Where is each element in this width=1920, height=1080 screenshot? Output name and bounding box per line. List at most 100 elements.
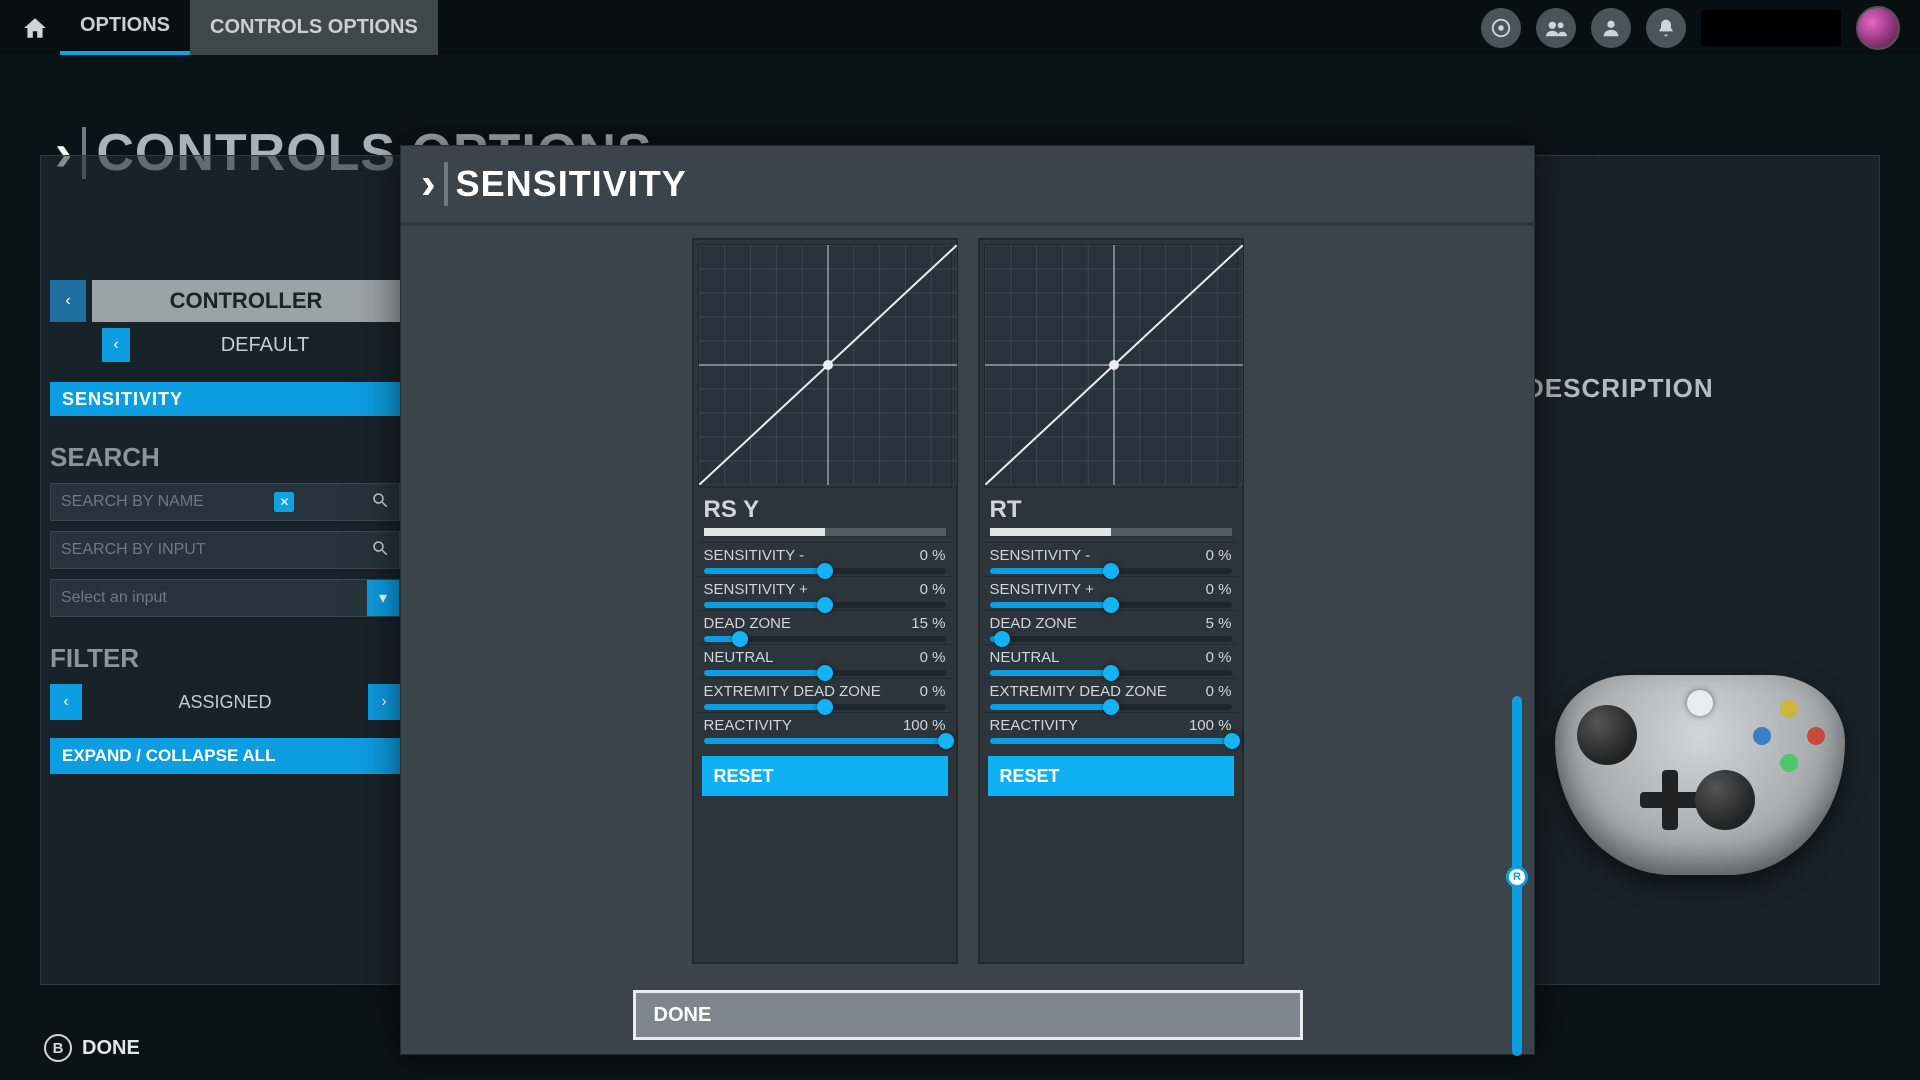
overall-progress (990, 528, 1232, 536)
slider-track[interactable] (990, 704, 1232, 710)
slider-row: NEUTRAL 0 % (698, 644, 952, 678)
scrollbar[interactable]: R (1512, 696, 1522, 1056)
search-icon[interactable] (371, 539, 389, 562)
slider-thumb[interactable] (817, 699, 833, 715)
sensitivity-card: RS Y SENSITIVITY - 0 % SENSITIVITY + 0 % (692, 238, 958, 964)
slider-row: REACTIVITY 100 % (698, 712, 952, 746)
card-label: RT (984, 488, 1238, 528)
slider-value: 100 % (903, 717, 946, 734)
profile-icon[interactable] (1591, 8, 1631, 48)
filter-next-button[interactable]: › (368, 684, 400, 720)
slider-value: 100 % (1189, 717, 1232, 734)
slider-label: NEUTRAL (704, 649, 774, 666)
b-button-icon: B (44, 1034, 72, 1062)
reset-button[interactable]: RESET (988, 756, 1234, 796)
reset-button[interactable]: RESET (702, 756, 948, 796)
done-label: DONE (654, 1004, 712, 1027)
controller-label: CONTROLLER (92, 280, 400, 322)
slider-track[interactable] (990, 636, 1232, 642)
top-bar: OPTIONS CONTROLS OPTIONS (0, 0, 1920, 55)
preset-selector: ‹ DEFAULT (50, 328, 400, 362)
sidebar-item-sensitivity[interactable]: SENSITIVITY (50, 382, 400, 416)
slider-thumb[interactable] (1103, 563, 1119, 579)
slider-label: EXTREMITY DEAD ZONE (990, 683, 1167, 700)
search-icon[interactable] (371, 491, 389, 514)
slider-row: EXTREMITY DEAD ZONE 0 % (698, 678, 952, 712)
footer-hint-label: DONE (82, 1037, 140, 1060)
slider-label: REACTIVITY (704, 717, 792, 734)
search-by-input-input[interactable]: SEARCH BY INPUT (50, 531, 400, 569)
slider-row: SENSITIVITY + 0 % (984, 576, 1238, 610)
controller-prev-button[interactable]: ‹ (50, 280, 86, 322)
slider-value: 0 % (1206, 581, 1232, 598)
slider-value: 0 % (1206, 683, 1232, 700)
slider-track[interactable] (704, 636, 946, 642)
search-heading: SEARCH (50, 442, 400, 473)
title-separator (444, 162, 448, 206)
clear-search-icon[interactable]: ✕ (274, 492, 294, 512)
friends-icon[interactable] (1536, 8, 1576, 48)
slider-value: 15 % (911, 615, 945, 632)
home-icon[interactable] (20, 13, 50, 43)
slider-track[interactable] (990, 738, 1232, 744)
slider-label: NEUTRAL (990, 649, 1060, 666)
slider-label: SENSITIVITY - (990, 547, 1091, 564)
filter-selector: ‹ ASSIGNED › (50, 684, 400, 720)
expand-collapse-button[interactable]: EXPAND / COLLAPSE ALL (50, 738, 400, 774)
slider-thumb[interactable] (1103, 699, 1119, 715)
club-icon[interactable] (1481, 8, 1521, 48)
response-curve-chart (698, 244, 952, 488)
modal-body: RS Y SENSITIVITY - 0 % SENSITIVITY + 0 % (401, 226, 1534, 976)
slider-label: REACTIVITY (990, 717, 1078, 734)
slider-thumb[interactable] (1103, 665, 1119, 681)
slider-thumb[interactable] (938, 733, 954, 749)
slider-track[interactable] (704, 704, 946, 710)
sidebar: ‹ CONTROLLER ‹ DEFAULT SENSITIVITY SEARC… (50, 280, 400, 774)
sensitivity-card: RT SENSITIVITY - 0 % SENSITIVITY + 0 % (978, 238, 1244, 964)
slider-thumb[interactable] (994, 631, 1010, 647)
slider-value: 0 % (1206, 649, 1232, 666)
notifications-icon[interactable] (1646, 8, 1686, 48)
slider-label: SENSITIVITY - (704, 547, 805, 564)
slider-label: DEAD ZONE (704, 615, 792, 632)
slider-thumb[interactable] (732, 631, 748, 647)
overall-progress (704, 528, 946, 536)
slider-label: DEAD ZONE (990, 615, 1078, 632)
slider-row: NEUTRAL 0 % (984, 644, 1238, 678)
done-button[interactable]: DONE (633, 990, 1303, 1040)
page-main: › CONTROLS OPTIONS ‹ CONTROLLER ‹ DEFAUL… (0, 55, 1920, 213)
slider-value: 0 % (920, 649, 946, 666)
scroll-knob[interactable]: R (1506, 866, 1528, 888)
slider-thumb[interactable] (1224, 733, 1240, 749)
modal-footer: DONE (401, 976, 1534, 1054)
slider-track[interactable] (990, 568, 1232, 574)
slider-row: REACTIVITY 100 % (984, 712, 1238, 746)
slider-track[interactable] (990, 670, 1232, 676)
search-by-name-input[interactable]: SEARCH BY NAME ✕ (50, 483, 400, 521)
tab-controls-options[interactable]: CONTROLS OPTIONS (190, 0, 438, 55)
slider-thumb[interactable] (817, 665, 833, 681)
slider-row: DEAD ZONE 15 % (698, 610, 952, 644)
face-buttons-icon (1753, 700, 1825, 772)
slider-track[interactable] (704, 738, 946, 744)
select-input-dropdown[interactable]: Select an input ▾ (50, 579, 400, 617)
slider-track[interactable] (704, 568, 946, 574)
filter-prev-button[interactable]: ‹ (50, 684, 82, 720)
slider-track[interactable] (704, 670, 946, 676)
slider-track[interactable] (990, 602, 1232, 608)
slider-label: SENSITIVITY + (990, 581, 1094, 598)
preset-prev-button[interactable]: ‹ (102, 328, 130, 362)
slider-thumb[interactable] (817, 563, 833, 579)
slider-row: SENSITIVITY - 0 % (698, 542, 952, 576)
modal-header: › SENSITIVITY (401, 146, 1534, 226)
tab-options[interactable]: OPTIONS (60, 0, 190, 55)
slider-track[interactable] (704, 602, 946, 608)
slider-thumb[interactable] (1103, 597, 1119, 613)
slider-row: EXTREMITY DEAD ZONE 0 % (984, 678, 1238, 712)
controller-image (1555, 675, 1845, 875)
dpad-icon (1640, 770, 1700, 830)
chevron-down-icon[interactable]: ▾ (367, 580, 399, 616)
avatar[interactable] (1856, 6, 1900, 50)
slider-label: SENSITIVITY + (704, 581, 808, 598)
slider-thumb[interactable] (817, 597, 833, 613)
